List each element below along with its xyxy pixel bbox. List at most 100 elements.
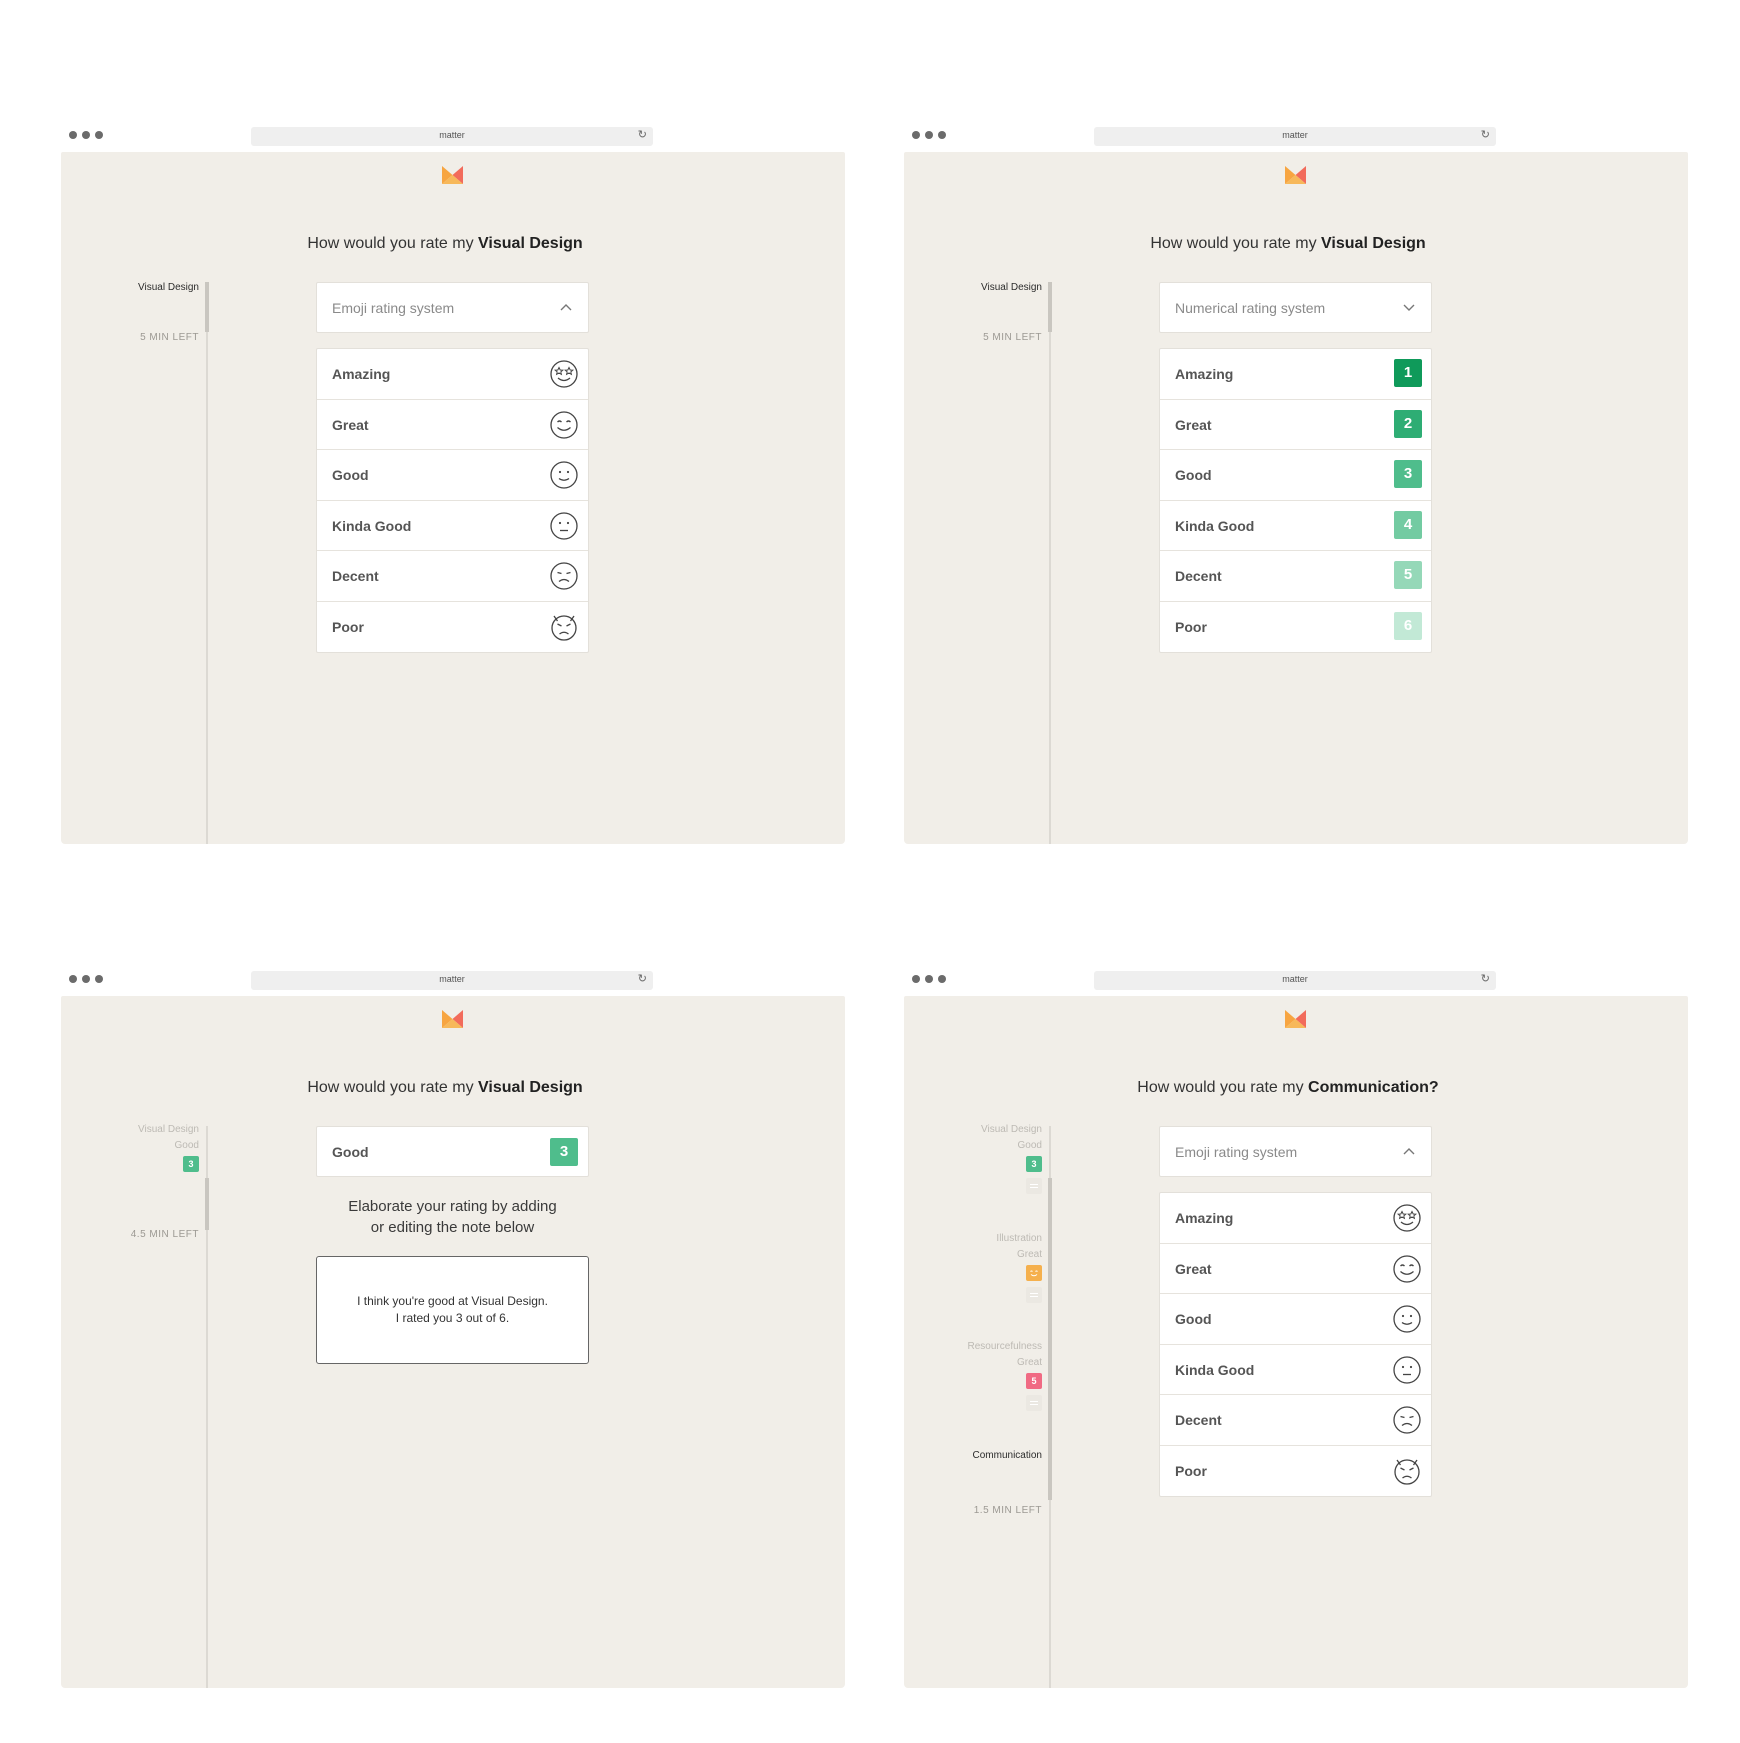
sidebar-item-badge: 3: [183, 1156, 199, 1172]
rating-option-label: Great: [1175, 1260, 1212, 1277]
note-icon: [1026, 1395, 1042, 1411]
question-heading: How would you rate my Communication?: [1137, 1079, 1439, 1096]
reload-icon[interactable]: ↻: [638, 972, 647, 985]
sidebar-item-badge: 3: [1026, 1156, 1042, 1172]
progress-active: [205, 282, 209, 332]
rating-option[interactable]: Kinda Good: [317, 501, 588, 551]
selected-answer[interactable]: Good 3: [316, 1126, 589, 1177]
rating-option[interactable]: Good 3: [1160, 450, 1431, 501]
sidebar-item-label[interactable]: Visual Design: [138, 1124, 199, 1135]
rating-option[interactable]: Amazing 1: [1160, 349, 1431, 400]
rating-option[interactable]: Kinda Good: [1160, 1345, 1431, 1395]
note-textarea[interactable]: I think you're good at Visual Design. I …: [316, 1256, 589, 1364]
question-heading: How would you rate my Visual Design: [307, 1079, 583, 1096]
sidebar-current-label[interactable]: Visual Design: [981, 282, 1042, 293]
grin-icon: [1026, 1265, 1042, 1281]
star-eyes-icon: [1393, 1204, 1421, 1232]
rating-system-select[interactable]: Emoji rating system: [316, 282, 589, 333]
smile-icon: [550, 461, 578, 489]
sidebar-item-badge: 5: [1026, 1373, 1042, 1389]
matter-logo: [442, 166, 463, 184]
window-controls[interactable]: [912, 131, 946, 139]
rating-number-badge: 3: [1394, 460, 1422, 488]
address-bar[interactable]: matter ↻: [251, 971, 653, 990]
rating-number-badge: 5: [1394, 561, 1422, 589]
rating-number-badge: 6: [1394, 611, 1422, 640]
chevron-up-icon: [1403, 1148, 1415, 1155]
rating-option[interactable]: Amazing: [1160, 1193, 1431, 1244]
select-value: Numerical rating system: [1175, 300, 1326, 316]
elaborate-prompt: Elaborate your rating by adding or editi…: [348, 1198, 557, 1236]
rating-option-label: Poor: [1175, 1462, 1207, 1479]
window-controls[interactable]: [69, 975, 103, 983]
rating-option[interactable]: Great: [317, 400, 588, 450]
address-bar[interactable]: matter ↻: [1094, 127, 1496, 146]
devil-icon: [1394, 1458, 1420, 1485]
rating-options: Amazing 1 Great 2 Good 3 Kinda Good 4 Decent 5 Poo…: [1159, 348, 1432, 653]
window-controls[interactable]: [69, 131, 103, 139]
question-heading: How would you rate my Visual Design: [1150, 235, 1426, 252]
time-left: 4.5 MIN LEFT: [130, 1229, 199, 1240]
reload-icon[interactable]: ↻: [1481, 972, 1490, 985]
select-value: Emoji rating system: [332, 300, 455, 316]
rating-option-label: Decent: [1175, 1412, 1222, 1428]
neutral-icon: [1393, 1355, 1421, 1384]
time-left: 1.5 MIN LEFT: [973, 1505, 1042, 1516]
page: How would you rate my Communication? Vis…: [904, 996, 1688, 1688]
frown-icon: [1393, 1406, 1421, 1434]
sidebar-item-rating: Great: [1016, 1357, 1042, 1368]
window-controls[interactable]: [912, 975, 946, 983]
rating-options: Amazing Great Good Kinda Good Decent Poor: [316, 348, 589, 653]
progress-active: [1048, 1178, 1052, 1500]
question-topic: Communication?: [1308, 1079, 1439, 1096]
rating-option[interactable]: Amazing: [317, 349, 588, 400]
sidebar-current-label[interactable]: Communication: [973, 1450, 1042, 1461]
reload-icon[interactable]: ↻: [1481, 128, 1490, 141]
rating-option[interactable]: Decent 5: [1160, 551, 1431, 602]
address-bar[interactable]: matter ↻: [1094, 971, 1496, 990]
sidebar-current-label[interactable]: Visual Design: [138, 282, 199, 293]
rating-option-label: Amazing: [1175, 1210, 1234, 1226]
rating-option[interactable]: Poor: [317, 602, 588, 653]
progress-track: [206, 282, 208, 844]
rating-option[interactable]: Poor: [1160, 1446, 1431, 1497]
grin-icon: [550, 410, 578, 439]
rating-system-select[interactable]: Emoji rating system: [1159, 1126, 1432, 1177]
sidebar-item-label[interactable]: Resourcefulness: [968, 1341, 1042, 1352]
rating-option-label: Good: [1175, 467, 1212, 483]
progress-active: [205, 1178, 209, 1230]
url-text: matter: [1282, 130, 1308, 140]
rating-option-label: Good: [1175, 1311, 1212, 1327]
rating-option[interactable]: Good: [317, 450, 588, 501]
rating-option[interactable]: Kinda Good 4: [1160, 501, 1431, 551]
sidebar-item-label[interactable]: Visual Design: [981, 1124, 1042, 1135]
rating-option-label: Kinda Good: [1175, 517, 1255, 534]
select-value: Emoji rating system: [1175, 1144, 1298, 1160]
grin-icon: [1393, 1254, 1421, 1283]
time-left: 5 MIN LEFT: [983, 332, 1042, 343]
rating-option[interactable]: Great 2: [1160, 400, 1431, 450]
rating-option[interactable]: Great: [1160, 1244, 1431, 1294]
sidebar-item-rating: Good: [174, 1140, 199, 1151]
sidebar-item-label[interactable]: Illustration: [996, 1233, 1042, 1244]
note-line: I think you're good at Visual Design.: [357, 1294, 548, 1308]
progress-sidebar: Visual Design 5 MIN LEFT: [61, 152, 209, 844]
question-topic: Visual Design: [478, 1079, 583, 1096]
note-icon: [1026, 1287, 1042, 1303]
rating-option[interactable]: Good: [1160, 1294, 1431, 1345]
rating-option[interactable]: Decent: [317, 551, 588, 602]
progress-sidebar: Visual Design Good 3 4.5 MIN LEFT: [61, 996, 209, 1688]
question-heading: How would you rate my Visual Design: [307, 235, 583, 252]
address-bar[interactable]: matter ↻: [251, 127, 653, 146]
rating-number-badge: 4: [1394, 510, 1422, 539]
reload-icon[interactable]: ↻: [638, 128, 647, 141]
rating-number-badge: 2: [1394, 409, 1422, 438]
rating-system-select[interactable]: Numerical rating system: [1159, 282, 1432, 333]
rating-option[interactable]: Decent: [1160, 1395, 1431, 1446]
rating-option-label: Great: [332, 416, 369, 433]
rating-option-label: Decent: [332, 568, 379, 584]
progress-sidebar: Visual Design 5 MIN LEFT: [904, 152, 1052, 844]
browser-chrome: matter ↻: [904, 125, 1688, 153]
rating-option[interactable]: Poor 6: [1160, 602, 1431, 653]
devil-icon: [551, 614, 577, 641]
